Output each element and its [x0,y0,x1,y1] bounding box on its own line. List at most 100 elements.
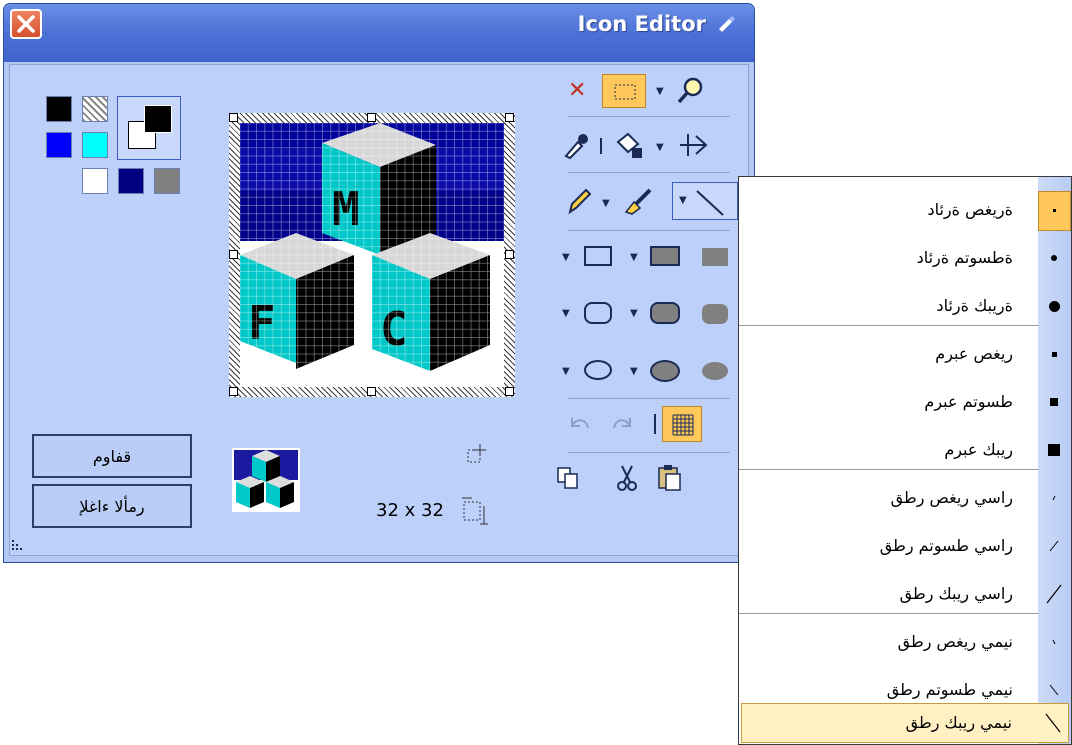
rectangle-outline-icon[interactable] [584,246,612,266]
swatch-navy[interactable] [118,168,144,194]
big-square-icon [1046,437,1062,463]
ok-button[interactable]: قفاوم [32,434,192,478]
clear-icon[interactable]: ✕ [568,80,586,102]
redo-icon[interactable] [610,412,636,436]
menu-item[interactable]: ةريغص ةرئاد [739,191,1071,231]
paste-icon[interactable] [656,464,684,492]
magnifier-icon[interactable] [676,76,706,106]
brush-icon[interactable] [620,186,656,216]
swatch-gray[interactable] [154,168,180,194]
toolbar-separator [568,116,730,117]
resize-handle-w[interactable] [229,250,238,259]
pencil-dropdown-arrow[interactable]: ▼ [602,198,610,209]
line-tool-button[interactable]: ▼ [672,182,738,220]
cancel-button[interactable]: رمألا ءاغلإ [32,484,192,528]
select-button[interactable] [602,74,646,108]
swatch-black[interactable] [46,96,72,122]
title-bar[interactable]: Icon Editor [4,4,754,62]
grid-icon [672,414,694,436]
ellipse-outline-icon[interactable] [584,360,612,380]
toolbar-separator [568,398,730,399]
menu-item[interactable]: راسي طسوتم رطق [739,527,1071,567]
flip-icon[interactable] [676,130,712,160]
menu-item-label: نيمي ريبك رطق [905,713,1012,732]
ellipse-filled-icon[interactable] [650,360,680,382]
cut-icon[interactable] [614,464,640,492]
resize-handle-se[interactable] [505,387,514,396]
icon-artwork: M F C [240,123,504,387]
filled-roundrect-dropdown-arrow[interactable]: ▼ [630,308,638,319]
diag-right-small-icon [1046,629,1062,655]
menu-item-label: راسي طسوتم رطق [879,536,1013,555]
cursor-position-icon [464,442,490,468]
small-dot-icon [1046,245,1062,271]
roundrect-dropdown-arrow[interactable]: ▼ [562,308,570,319]
rectangle-filled-icon[interactable] [650,246,680,266]
toolbar-separator [568,172,730,173]
pencil-icon[interactable] [564,186,594,216]
menu-item[interactable]: ةريبك ةرئاد [739,287,1071,327]
resize-handle-nw[interactable] [229,113,238,122]
menu-separator [739,469,1039,470]
menu-separator [739,613,1039,614]
fill-bucket-icon[interactable] [612,130,646,160]
copy-icon[interactable] [556,466,582,492]
resize-handle-s[interactable] [367,387,376,396]
line-style-menu: ةريغص ةرئاد ةطسوتم ةرئاد ةريبك ةرئاد ريغ… [738,176,1072,745]
menu-separator [739,325,1039,326]
tiny-square-icon [1046,341,1062,367]
diag-left-large-icon [1046,581,1062,607]
eyedropper-icon[interactable] [560,130,590,160]
icon-preview [232,448,300,512]
menu-item-label: ةطسوتم ةرئاد [916,248,1013,267]
big-dot-icon [1046,293,1062,319]
canvas-size-text: 32 x 32 [376,500,444,521]
resize-handle-sw[interactable] [229,387,238,396]
swatch-blue[interactable] [46,132,72,158]
swatch-cyan[interactable] [82,132,108,158]
resize-grip[interactable] [10,534,34,554]
close-icon [17,15,35,33]
filled-ellipse-dropdown-arrow[interactable]: ▼ [630,366,638,377]
selection-icon [614,84,636,100]
rect-dropdown-arrow[interactable]: ▼ [562,252,570,263]
menu-item[interactable]: راسي ريغص رطق [739,479,1071,519]
roundrect-outline-icon[interactable] [584,302,612,324]
rectangle-solid-icon[interactable] [702,248,728,266]
resize-handle-ne[interactable] [505,113,514,122]
menu-item[interactable]: راسي ريبك رطق [739,575,1071,615]
window-title: Icon Editor [577,12,706,36]
tiny-dot-icon [1046,197,1062,223]
filled-rect-dropdown-arrow[interactable]: ▼ [630,252,638,263]
menu-item[interactable]: طسوتم عبرم [739,383,1071,423]
menu-item-label: ريغص عبرم [935,344,1013,363]
swatch-transparent[interactable] [82,96,108,122]
resize-handle-n[interactable] [367,113,376,122]
close-button[interactable] [10,9,42,39]
toolbar-separator [568,230,730,231]
grid-toggle-button[interactable] [662,406,702,442]
roundrect-filled-icon[interactable] [650,302,680,324]
diag-right-large-icon [1045,710,1061,736]
menu-item[interactable]: ةطسوتم ةرئاد [739,239,1071,279]
ellipse-dropdown-arrow[interactable]: ▼ [562,366,570,377]
ellipse-solid-icon[interactable] [702,362,728,380]
menu-item-selected[interactable]: نيمي ريبك رطق [741,703,1069,743]
undo-icon[interactable] [566,412,592,436]
current-colors[interactable] [117,96,181,160]
foreground-color[interactable] [144,105,172,133]
menu-item[interactable]: نيمي ريغص رطق [739,623,1071,663]
toolbar-divider [654,414,656,434]
edit-icon [716,14,736,39]
select-dropdown-arrow[interactable]: ▼ [656,86,664,97]
toolbar-divider [600,138,602,154]
pixel-canvas[interactable]: M F C [240,123,504,387]
menu-item-label: راسي ريبك رطق [899,584,1013,603]
swatch-white[interactable] [82,168,108,194]
resize-handle-e[interactable] [505,250,514,259]
roundrect-solid-icon[interactable] [702,304,728,324]
menu-item[interactable]: ريغص عبرم [739,335,1071,375]
menu-item[interactable]: ريبك عبرم [739,431,1071,471]
fill-dropdown-arrow[interactable]: ▼ [656,142,664,153]
small-square-icon [1046,389,1062,415]
